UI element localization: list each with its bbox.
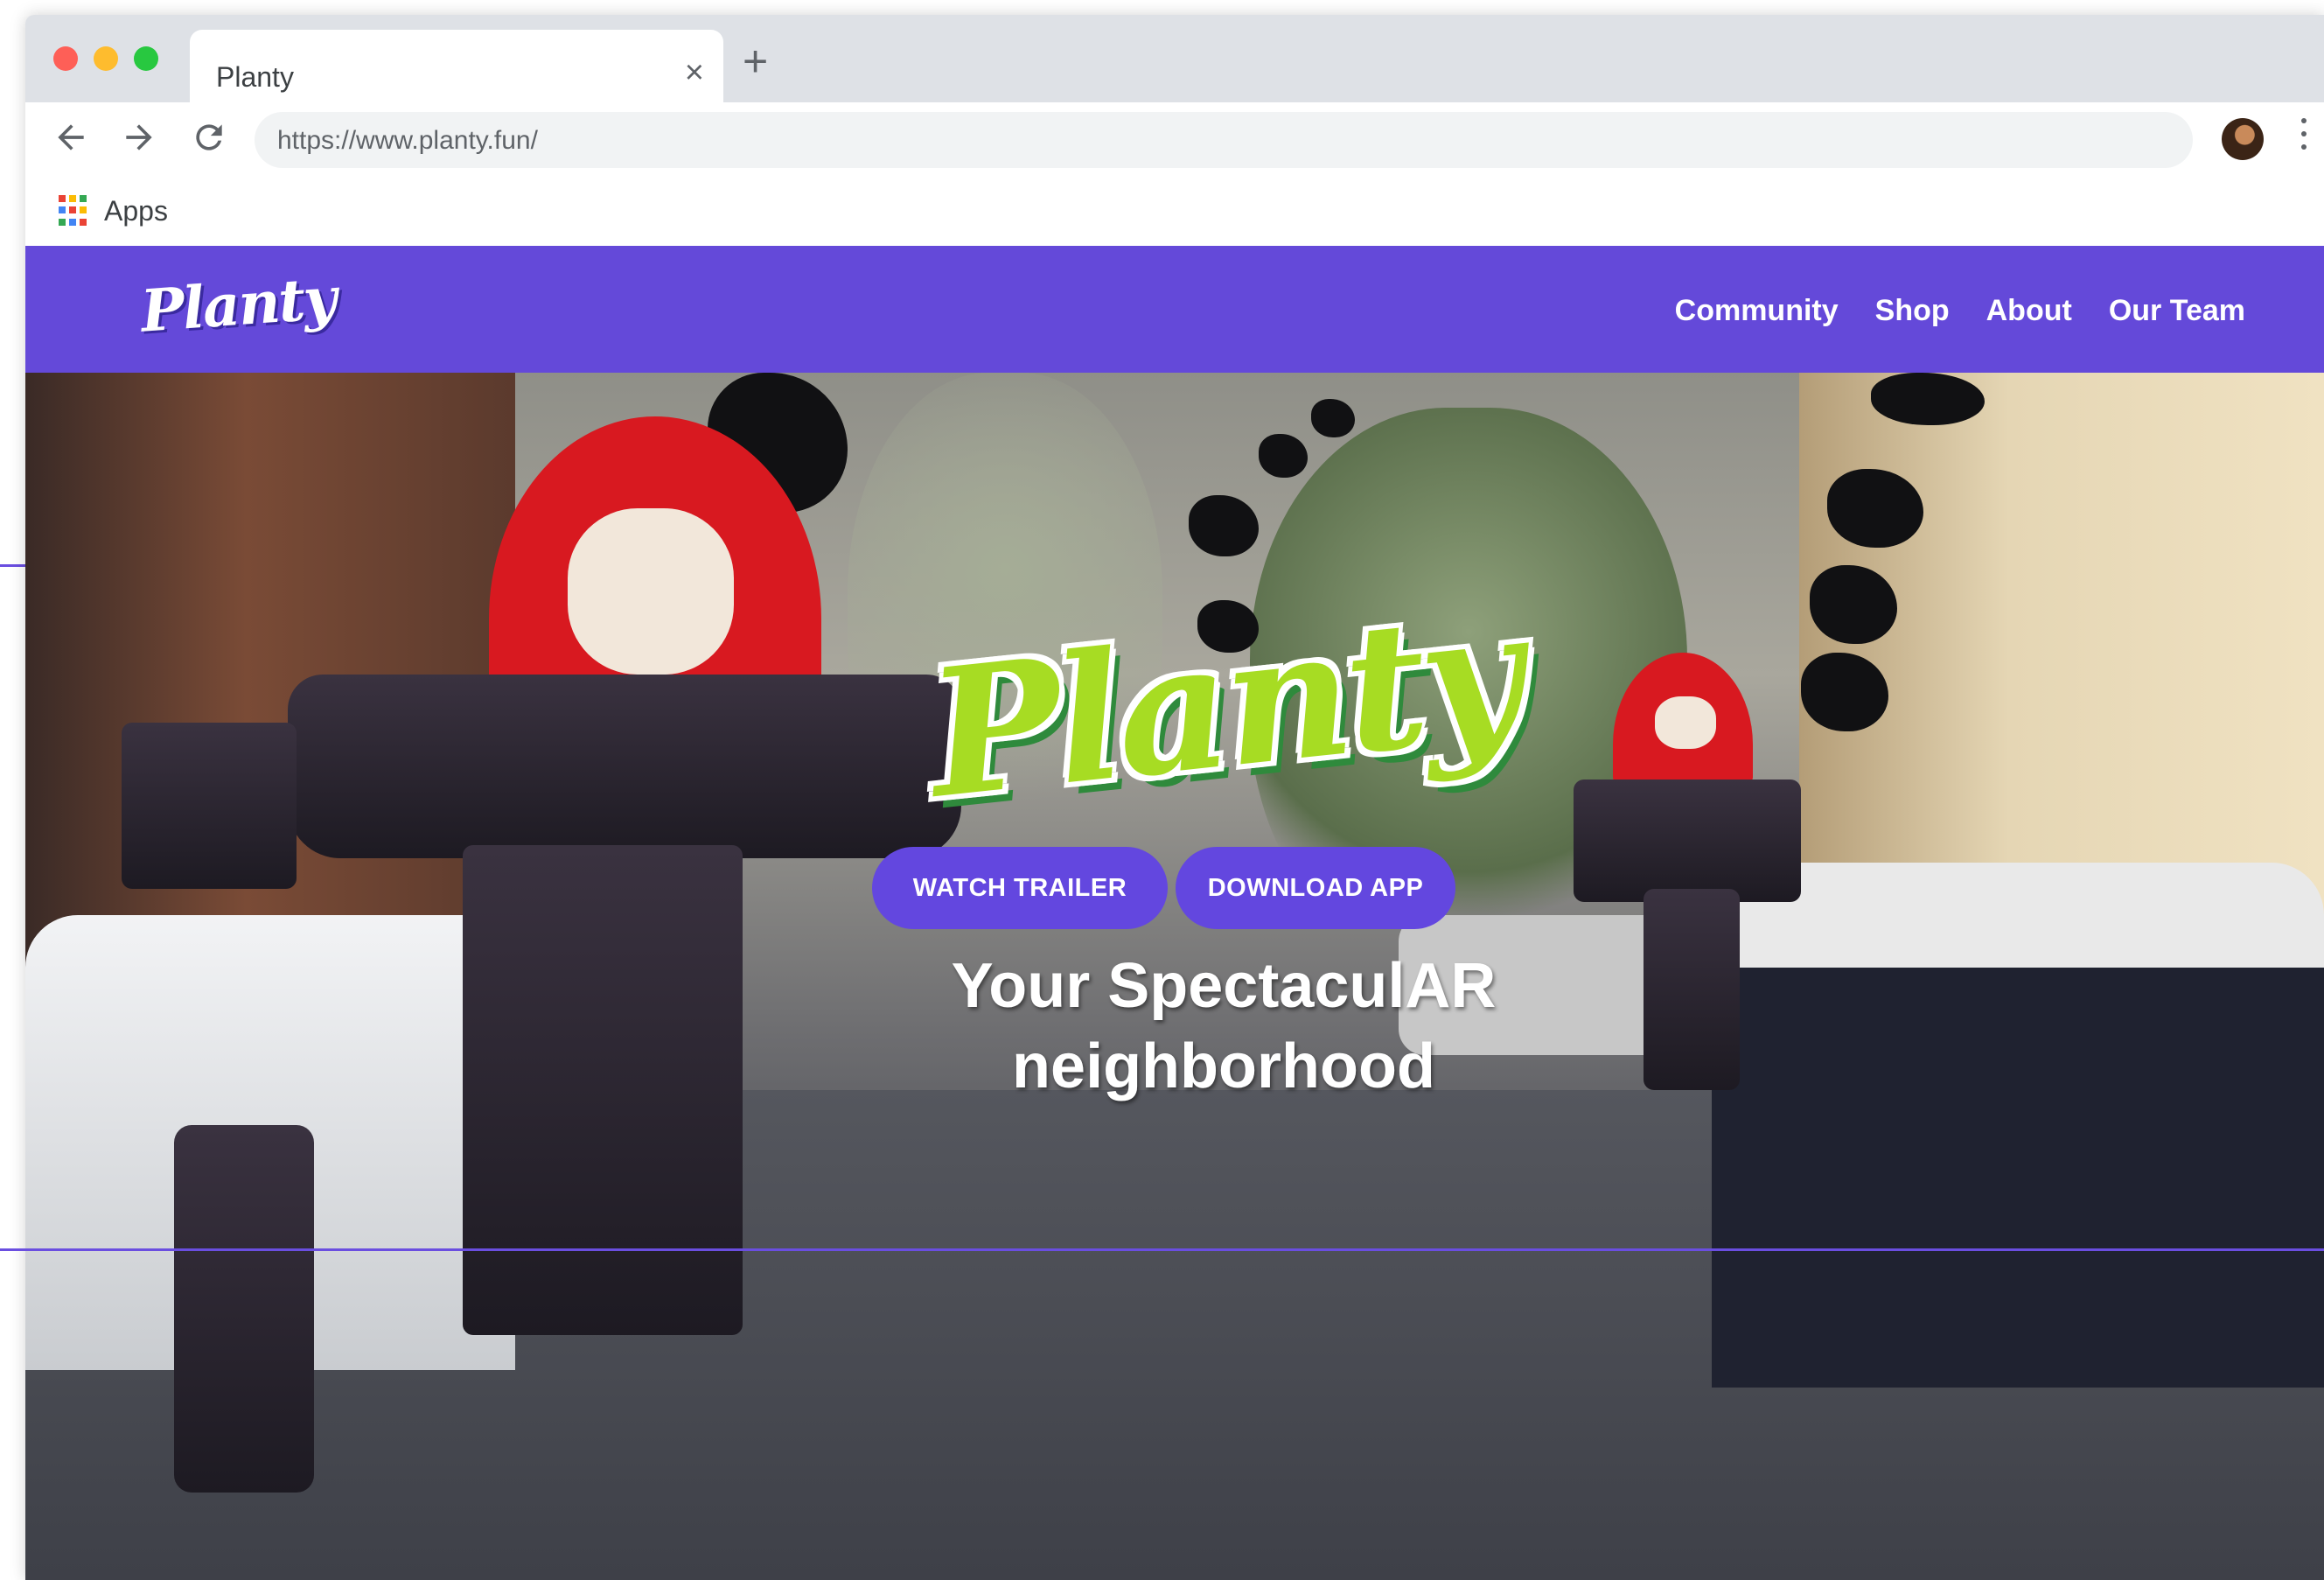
smoke-rock <box>1311 399 1355 437</box>
url-input[interactable] <box>277 126 1064 156</box>
nav-shop[interactable]: Shop <box>1875 294 1950 328</box>
web-page: Planty Community Shop About Our Team Pla… <box>25 246 2324 1580</box>
robot-leg <box>122 723 297 889</box>
hero-tagline: Your SpectaculAR neighborhood <box>865 946 1582 1107</box>
maximize-window-button[interactable] <box>134 46 158 71</box>
bookmarks-bar: Apps <box>25 174 2324 246</box>
site-logo[interactable]: Planty <box>139 263 338 345</box>
arrow-left-icon <box>58 124 84 150</box>
robot-body <box>463 845 743 1335</box>
browser-toolbar <box>25 102 2324 174</box>
nav-our-team[interactable]: Our Team <box>2109 294 2245 328</box>
close-tab-icon[interactable]: × <box>685 56 704 89</box>
tagline-line-2: neighborhood <box>1012 1031 1435 1101</box>
main-nav: Community Shop About Our Team <box>1675 294 2245 328</box>
profile-avatar[interactable] <box>2222 118 2264 160</box>
close-window-button[interactable] <box>53 46 78 71</box>
robot-leg <box>174 1125 314 1493</box>
reload-icon <box>196 124 222 150</box>
apps-grid-icon[interactable] <box>59 195 90 227</box>
smoke-rock <box>1189 495 1259 556</box>
forward-button[interactable] <box>120 118 158 157</box>
back-button[interactable] <box>52 118 90 157</box>
minimize-window-button[interactable] <box>94 46 118 71</box>
nav-community[interactable]: Community <box>1675 294 1839 328</box>
nav-about[interactable]: About <box>1986 294 2072 328</box>
site-header: Planty Community Shop About Our Team <box>25 246 2324 373</box>
guide-line-horizontal <box>0 1248 2324 1251</box>
address-bar[interactable] <box>255 112 2193 168</box>
browser-window: Planty × + Apps Planty <box>25 15 2324 1580</box>
watch-trailer-button[interactable]: WATCH TRAILER <box>872 847 1168 929</box>
arrow-right-icon <box>126 124 152 150</box>
download-app-button[interactable]: DOWNLOAD APP <box>1176 847 1455 929</box>
tab-strip: Planty × + <box>25 15 2324 117</box>
smoke-rock <box>1259 434 1308 478</box>
tagline-line-1: Your SpectaculAR <box>951 951 1497 1021</box>
parked-car <box>1712 863 2324 1388</box>
more-menu-icon[interactable] <box>2300 118 2308 158</box>
tab-title: Planty <box>216 61 294 93</box>
bookmark-apps[interactable]: Apps <box>104 195 168 227</box>
new-tab-button[interactable]: + <box>743 39 768 83</box>
hero-section: Planty Your SpectaculAR neighborhood <box>25 373 2324 1580</box>
robot-body <box>1644 889 1740 1090</box>
robot-body <box>288 675 961 858</box>
robot-body <box>1574 780 1801 902</box>
reload-button[interactable] <box>190 118 228 157</box>
